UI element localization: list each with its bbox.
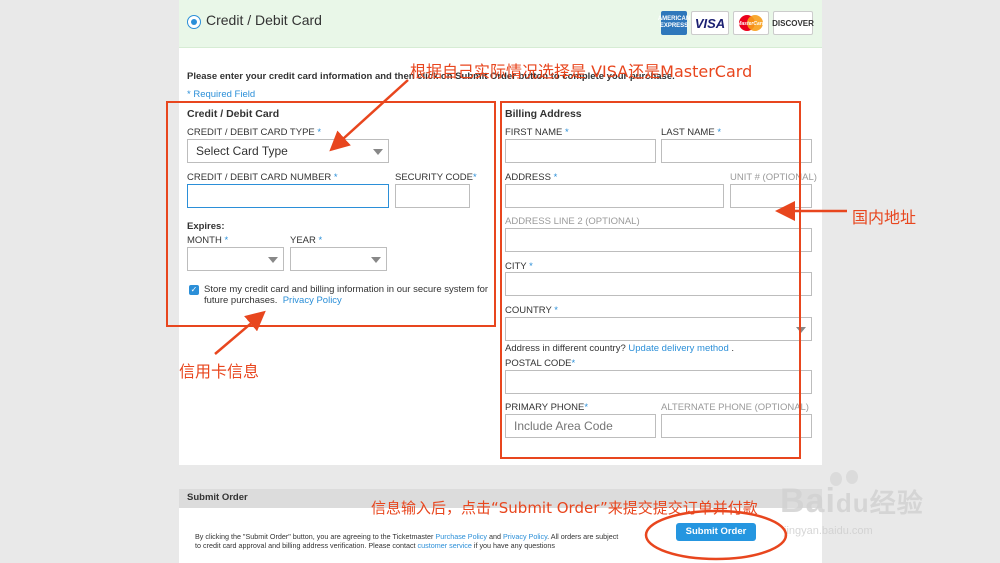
submit-order-button[interactable]: Submit Order xyxy=(676,523,756,541)
svg-text:MasterCard: MasterCard xyxy=(737,21,765,27)
card-info-highlight-box xyxy=(166,101,496,327)
terms-privacy-link[interactable]: Privacy Policy xyxy=(503,532,547,541)
baidu-watermark: Baidu经验 jingyan.baidu.com xyxy=(780,470,980,540)
card-type-annotation: 根据自己实际情况选择是 VISA还是MasterCard xyxy=(410,62,753,81)
discover-logo: DISCOVER xyxy=(772,11,814,35)
payment-radio[interactable] xyxy=(187,15,201,29)
domestic-address-annotation: 国内地址 xyxy=(852,208,917,227)
card-info-annotation: 信用卡信息 xyxy=(179,362,260,381)
mastercard-circles-icon: MasterCard xyxy=(737,15,766,31)
payment-method-title: Credit / Debit Card xyxy=(206,12,322,28)
purchase-policy-link[interactable]: Purchase Policy xyxy=(435,532,487,541)
terms-text: By clicking the "Submit Order" button, y… xyxy=(195,532,619,550)
watermark-url: jingyan.baidu.com xyxy=(784,525,873,537)
watermark-brand: Baidu经验 xyxy=(780,482,924,520)
amex-logo: AMERICAN EXPRESS xyxy=(658,11,690,35)
required-field-note: * Required Field xyxy=(187,89,256,100)
billing-address-highlight-box xyxy=(500,101,801,459)
visa-logo: VISA xyxy=(691,11,729,35)
customer-service-link[interactable]: customer service xyxy=(418,541,472,550)
mastercard-logo: MasterCard xyxy=(733,11,769,35)
submit-order-title: Submit Order xyxy=(187,492,248,503)
submit-annotation: 信息输入后，点击“Submit Order”来提交提交订单并付款 xyxy=(371,499,758,517)
